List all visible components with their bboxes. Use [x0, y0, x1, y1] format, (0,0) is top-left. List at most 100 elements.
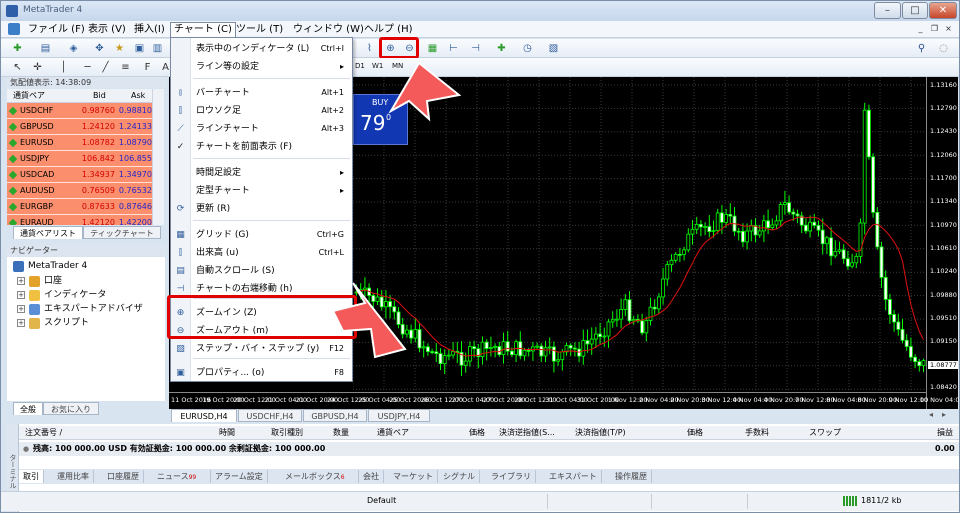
expand-icon[interactable]: +: [17, 277, 25, 285]
chart-shift-icon[interactable]: ⊢: [447, 42, 460, 55]
chart-tab-usdchf[interactable]: USDCHF,H4: [238, 409, 302, 422]
ttab-company[interactable]: 会社: [359, 470, 384, 483]
menu-window[interactable]: ウィンドウ (W): [290, 23, 367, 36]
auto-scroll-icon[interactable]: ⊣: [469, 42, 482, 55]
nav-root[interactable]: MetaTrader 4: [13, 260, 87, 272]
chart-menu-item[interactable]: ✓ チャートを前面表示 (F): [171, 138, 352, 156]
terminal-icon[interactable]: ▣: [133, 42, 146, 55]
mdi-close-icon[interactable]: ×: [942, 24, 955, 35]
mdi-restore-icon[interactable]: ❐: [928, 24, 941, 35]
cursor-icon[interactable]: ↖: [11, 61, 24, 74]
tabs-scroll-left-icon[interactable]: ◂: [929, 410, 933, 419]
menu-chart[interactable]: チャート (C): [170, 22, 236, 38]
col-bid[interactable]: Bid: [93, 89, 106, 103]
chart-menu-item[interactable]: ▧ ステップ・バイ・ステップ (y) F12: [171, 340, 352, 358]
nav-item-expert-advisors[interactable]: + エキスパートアドバイザ: [17, 303, 143, 315]
profiles-icon[interactable]: ▤: [39, 42, 52, 55]
ttab-account-history[interactable]: 口座履歴: [103, 470, 144, 483]
ttab-signals[interactable]: シグナル: [439, 470, 480, 483]
chart-menu-item[interactable]: ▣ プロパティ... (o) F8: [171, 364, 352, 382]
chart-menu-item[interactable]: ⟳ 更新 (R): [171, 200, 352, 218]
mdi-minimize-icon[interactable]: _: [914, 24, 927, 35]
col-price2[interactable]: 価格: [687, 426, 703, 440]
col-ask[interactable]: Ask: [131, 89, 145, 103]
tab-tick-chart[interactable]: ティックチャート: [83, 226, 161, 239]
tab-symbols-list[interactable]: 通貨ペアリスト: [13, 226, 83, 239]
col-tp[interactable]: 決済指値(T/P): [575, 426, 626, 440]
col-time[interactable]: 時間: [219, 426, 235, 440]
data-window-icon[interactable]: ✥: [93, 42, 106, 55]
expand-icon[interactable]: +: [17, 305, 25, 313]
chart-tab-usdjpy[interactable]: USDJPY,H4: [368, 409, 430, 422]
menu-help[interactable]: ヘルプ (H): [361, 23, 416, 36]
ttab-market[interactable]: マーケット: [389, 470, 438, 483]
mdi-child-icon[interactable]: [8, 23, 20, 35]
market-watch-row[interactable]: AUDUSD 0.76509 0.76532: [7, 183, 152, 199]
templates-icon[interactable]: ▧: [547, 42, 560, 55]
expand-icon[interactable]: +: [17, 291, 25, 299]
channel-icon[interactable]: ≡: [119, 61, 132, 74]
col-price[interactable]: 価格: [469, 426, 485, 440]
market-watch-row[interactable]: USDCAD 1.34937 1.34970: [7, 167, 152, 183]
col-commission[interactable]: 手数料: [745, 426, 769, 440]
chart-menu-item[interactable]: ⫾ バーチャート Alt+1: [171, 84, 352, 102]
ttab-library[interactable]: ライブラリ: [487, 470, 536, 483]
chart-menu-item[interactable]: ライン等の設定 ▸: [171, 58, 352, 76]
col-order[interactable]: 注文番号 /: [25, 426, 62, 440]
col-type[interactable]: 取引種別: [271, 426, 303, 440]
close-button[interactable]: ✕: [929, 2, 957, 19]
col-swap[interactable]: スワップ: [809, 426, 841, 440]
balance-row[interactable]: ● 残高: 100 000.00 USD 有効証拠金: 100 000.00 余…: [19, 442, 959, 456]
maximize-button[interactable]: □: [902, 2, 928, 19]
ttab-exposure[interactable]: 運用比率: [53, 470, 94, 483]
line-chart-icon[interactable]: ⌇: [363, 42, 376, 55]
menu-tools[interactable]: ツール (T): [233, 23, 286, 36]
crosshair-icon[interactable]: ✛: [31, 61, 44, 74]
tab-general[interactable]: 全般: [13, 402, 43, 415]
periods-icon[interactable]: ◷: [521, 42, 534, 55]
chart-menu-item[interactable]: 定型チャート ▸: [171, 182, 352, 200]
nav-item-scripts[interactable]: + スクリプト: [17, 317, 89, 329]
search-icon[interactable]: ⚲: [915, 42, 928, 55]
chart-menu-item[interactable]: ⫿ ロウソク足 Alt+2: [171, 102, 352, 120]
strategy-tester-icon[interactable]: ▥: [151, 42, 164, 55]
market-watch-row[interactable]: GBPUSD 1.24120 1.24133: [7, 119, 152, 135]
chart-menu-item[interactable]: 表示中のインディケータ (L) Ctrl+I: [171, 40, 352, 58]
col-profit[interactable]: 損益: [937, 426, 953, 440]
ttab-experts[interactable]: エキスパート: [545, 470, 602, 483]
chart-menu-item[interactable]: 時間足設定 ▸: [171, 164, 352, 182]
chat-icon[interactable]: ◌: [937, 42, 950, 55]
ttab-trade[interactable]: 取引: [19, 470, 44, 483]
fibonacci-icon[interactable]: F: [141, 61, 154, 74]
trendline-icon[interactable]: ╱: [99, 61, 112, 74]
market-watch-row[interactable]: EURAUD 1.42120 1.42200: [7, 215, 152, 225]
horizontal-line-icon[interactable]: ─: [81, 61, 94, 74]
market-watch-icon[interactable]: ◈: [67, 42, 80, 55]
menu-file[interactable]: ファイル (F): [25, 23, 88, 36]
chart-menu-item[interactable]: ▦ グリッド (G) Ctrl+G: [171, 226, 352, 244]
col-symbol[interactable]: 通貨ペア: [13, 89, 45, 103]
chart-menu-item[interactable]: ⫿ 出来高 (u) Ctrl+L: [171, 244, 352, 262]
col-volume[interactable]: 数量: [333, 426, 349, 440]
chart-menu-item[interactable]: ⟋ ラインチャート Alt+3: [171, 120, 352, 138]
vertical-line-icon[interactable]: │: [57, 61, 70, 74]
minimize-button[interactable]: –: [874, 2, 901, 19]
ttab-alerts[interactable]: アラーム設定: [211, 470, 268, 483]
expand-icon[interactable]: +: [17, 319, 25, 327]
ttab-mailbox[interactable]: メールボックス6: [281, 470, 359, 483]
navigator-icon[interactable]: ★: [113, 42, 126, 55]
indicators-icon[interactable]: ✚: [495, 42, 508, 55]
tabs-scroll-right-icon[interactable]: ▸: [942, 410, 946, 419]
chart-tab-eurusd[interactable]: EURUSD,H4: [171, 409, 237, 422]
chart-tab-gbpusd[interactable]: GBPUSD,H4: [303, 409, 367, 422]
nav-item-indicators[interactable]: + インディケータ: [17, 289, 106, 301]
market-watch-row[interactable]: USDCHF 0.98760 0.98810: [7, 103, 152, 119]
col-symbol[interactable]: 通貨ペア: [377, 426, 409, 440]
menu-insert[interactable]: 挿入(I): [131, 23, 168, 36]
chart-menu-item[interactable]: ▤ 自動スクロール (S): [171, 262, 352, 280]
market-watch-scrollbar[interactable]: [152, 89, 164, 225]
ttab-news[interactable]: ニュース99: [153, 470, 211, 483]
tab-favorites[interactable]: お気に入り: [43, 402, 99, 415]
new-chart-icon[interactable]: ✚: [11, 42, 24, 55]
market-watch-row[interactable]: EURGBP 0.87633 0.87646: [7, 199, 152, 215]
